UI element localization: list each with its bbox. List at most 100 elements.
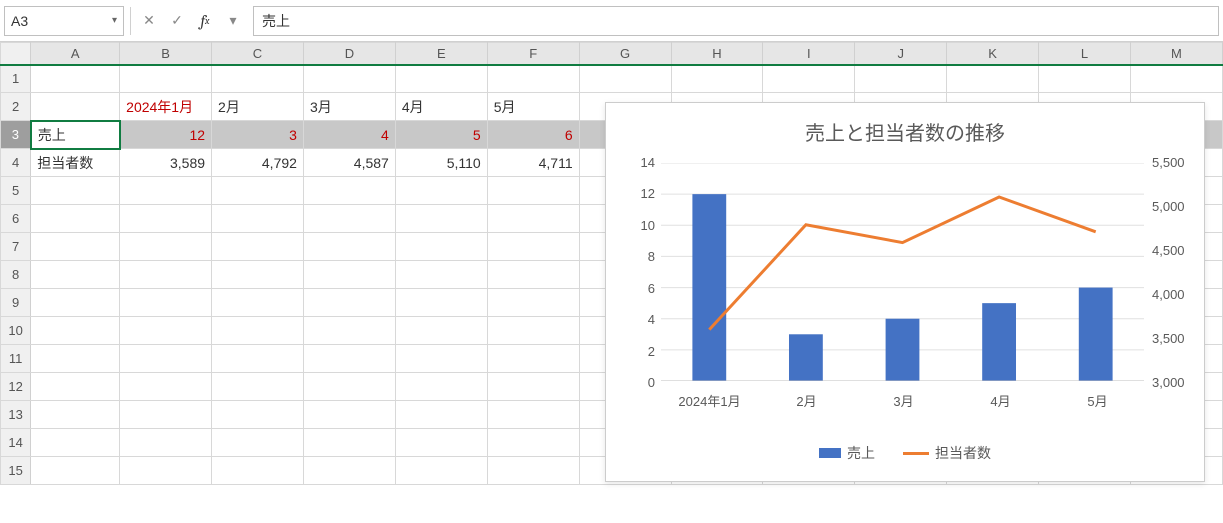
cell[interactable] [31,373,120,401]
row-header[interactable]: 8 [1,261,31,289]
formula-input[interactable]: 売上 [253,6,1219,36]
cell[interactable] [31,205,120,233]
cell[interactable] [212,205,304,233]
cell[interactable]: 4月 [395,93,487,121]
cell[interactable] [395,205,487,233]
cell[interactable] [303,317,395,345]
col-header[interactable]: C [212,43,304,65]
row-header[interactable]: 12 [1,373,31,401]
cell[interactable] [31,65,120,93]
cell[interactable] [31,429,120,457]
cell[interactable] [303,429,395,457]
row-header[interactable]: 2 [1,93,31,121]
col-header[interactable]: A [31,43,120,65]
col-header[interactable]: I [763,43,855,65]
cell[interactable] [487,457,579,485]
cell[interactable] [487,177,579,205]
col-header[interactable]: G [579,43,671,65]
chevron-down-icon[interactable]: ▾ [221,7,245,35]
col-header[interactable]: B [120,43,212,65]
chevron-down-icon[interactable]: ▾ [112,15,117,26]
cell[interactable]: 4,587 [303,149,395,177]
row-header[interactable]: 11 [1,345,31,373]
cell[interactable]: 3,589 [120,149,212,177]
row-header[interactable]: 15 [1,457,31,485]
cell[interactable] [212,289,304,317]
cell[interactable]: 4,711 [487,149,579,177]
cell[interactable] [212,261,304,289]
cell[interactable] [303,233,395,261]
cell[interactable] [487,289,579,317]
cell[interactable] [120,373,212,401]
cell[interactable] [212,317,304,345]
cell[interactable] [212,429,304,457]
cell[interactable] [212,373,304,401]
cell[interactable]: 2月 [212,93,304,121]
cell[interactable] [1130,65,1222,93]
cell[interactable] [395,317,487,345]
cell[interactable]: 売上 [31,121,120,149]
cell[interactable] [303,289,395,317]
cell[interactable]: 4 [303,121,395,149]
cell[interactable]: 2024年1月 [120,93,212,121]
cell[interactable] [303,65,395,93]
cell[interactable] [395,373,487,401]
cell[interactable]: 担当者数 [31,149,120,177]
cell[interactable] [395,429,487,457]
cell[interactable] [395,177,487,205]
cell[interactable] [303,261,395,289]
row-header[interactable]: 3 [1,121,31,149]
enter-icon[interactable]: ✓ [165,7,189,35]
cell[interactable] [487,345,579,373]
cell[interactable] [487,401,579,429]
row-header[interactable]: 6 [1,205,31,233]
cell[interactable] [947,65,1039,93]
cell[interactable]: 12 [120,121,212,149]
cell[interactable]: 3月 [303,93,395,121]
cell[interactable] [31,457,120,485]
row-header[interactable]: 5 [1,177,31,205]
cell[interactable] [487,65,579,93]
col-header[interactable]: M [1130,43,1222,65]
cell[interactable] [395,261,487,289]
cell[interactable] [212,345,304,373]
row-header[interactable]: 13 [1,401,31,429]
cell[interactable] [395,345,487,373]
cell[interactable] [487,233,579,261]
row-header[interactable]: 9 [1,289,31,317]
cell[interactable] [31,289,120,317]
cell[interactable] [120,429,212,457]
cell[interactable] [31,177,120,205]
cell[interactable] [120,205,212,233]
cell[interactable] [303,205,395,233]
cell[interactable] [487,261,579,289]
cell[interactable] [487,429,579,457]
cell[interactable] [395,401,487,429]
cell[interactable] [31,261,120,289]
cell[interactable] [395,457,487,485]
cell[interactable] [212,401,304,429]
cell[interactable] [487,317,579,345]
cell[interactable]: 3 [212,121,304,149]
cell[interactable] [579,65,671,93]
spreadsheet-grid[interactable]: A B C D E F G H I J K L M 122024年1月2月3月4… [0,42,1223,485]
cell[interactable] [303,457,395,485]
cell[interactable] [395,65,487,93]
cell[interactable] [395,233,487,261]
cell[interactable]: 6 [487,121,579,149]
cell[interactable] [120,233,212,261]
embedded-chart[interactable]: 売上と担当者数の推移 売上 担当者数 024681012143,0003,500… [605,102,1205,482]
cell[interactable] [303,401,395,429]
cell[interactable] [120,289,212,317]
cell[interactable] [120,261,212,289]
cell[interactable] [303,373,395,401]
cell[interactable] [120,457,212,485]
cell[interactable] [120,317,212,345]
cell[interactable] [487,373,579,401]
cancel-icon[interactable]: ✕ [137,7,161,35]
cell[interactable] [212,65,304,93]
col-header[interactable]: J [855,43,947,65]
col-header[interactable]: L [1039,43,1131,65]
cell[interactable] [120,345,212,373]
select-all-corner[interactable] [1,43,31,65]
